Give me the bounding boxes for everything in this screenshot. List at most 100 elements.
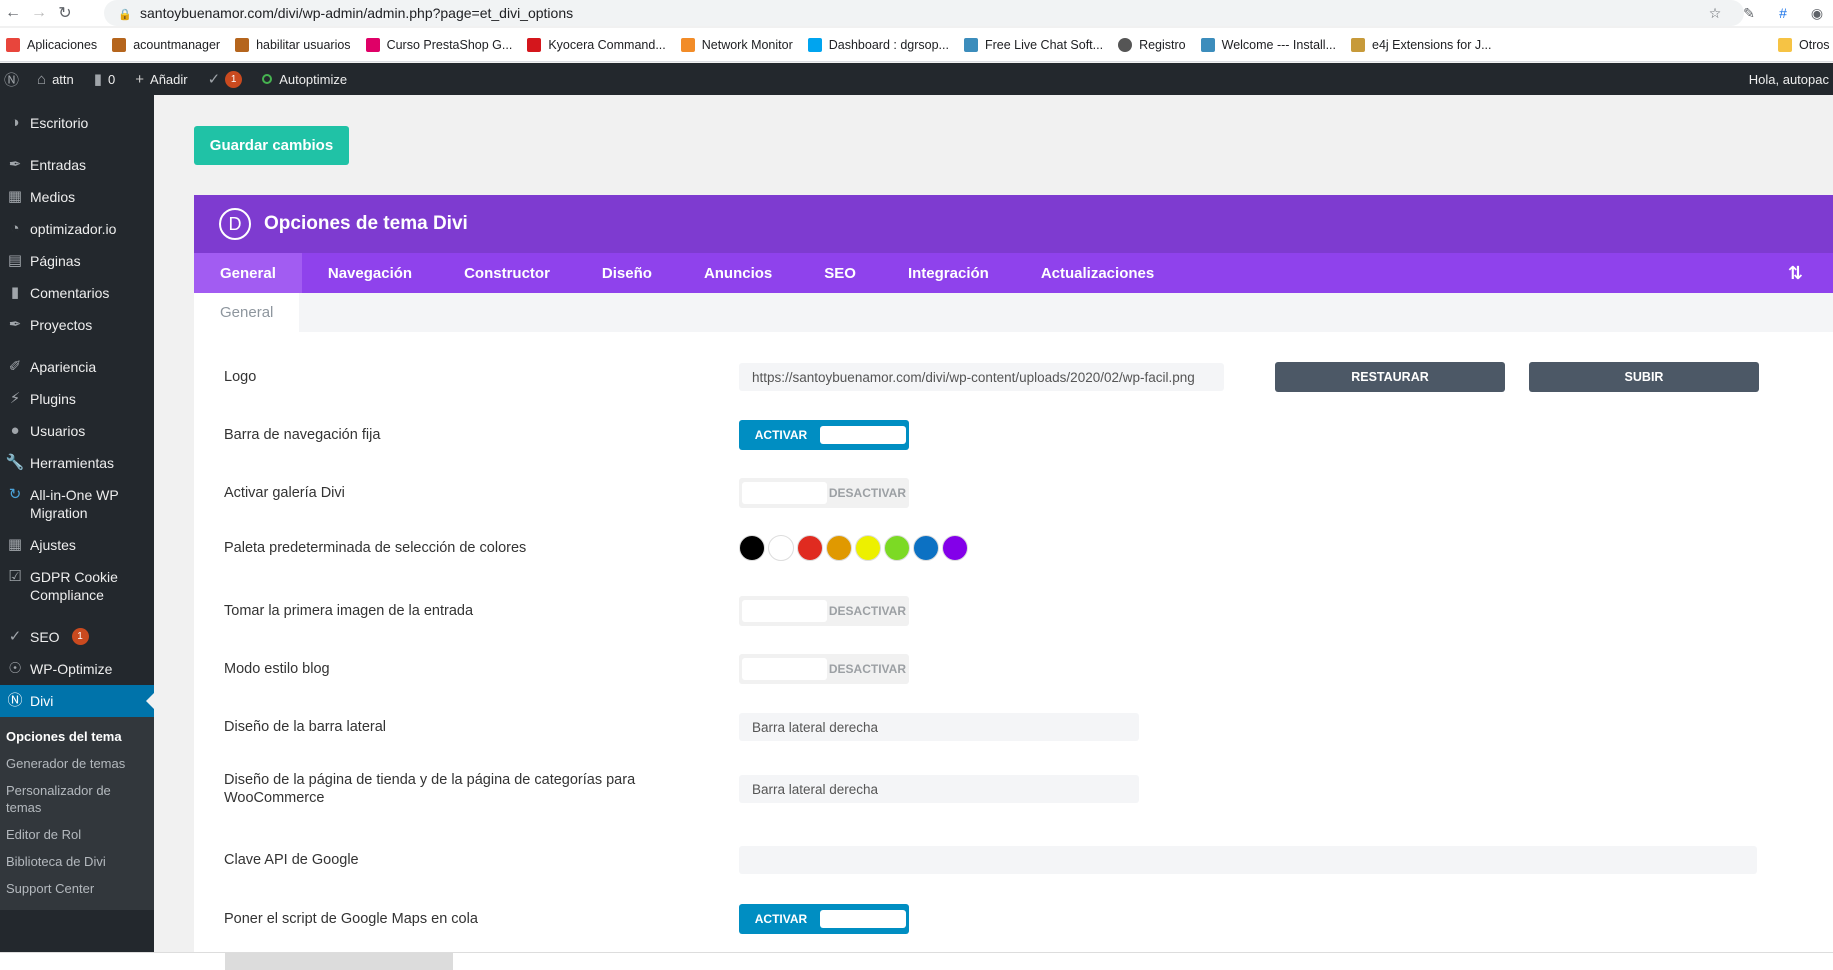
save-changes-button[interactable]: Guardar cambios [194, 126, 349, 165]
tab-integracion[interactable]: Integración [882, 253, 1015, 293]
sidebar-item-seo[interactable]: ✓ SEO 1 [0, 621, 154, 653]
sidebar-item-ajustes[interactable]: ▦ Ajustes [0, 529, 154, 561]
bookmark-item[interactable]: Curso PrestaShop G... [365, 37, 512, 52]
color-swatch-black[interactable] [739, 535, 765, 561]
comments-menu[interactable]: ▮ 0 [84, 63, 126, 95]
divi-logo-icon: D [219, 208, 251, 240]
home-icon: ⌂ [37, 70, 47, 88]
submenu-item-role-editor[interactable]: Editor de Rol [0, 821, 154, 848]
color-swatch-white[interactable] [768, 535, 794, 561]
plus-icon: + [135, 70, 145, 88]
sidebar-item-comentarios[interactable]: ▮ Comentarios [0, 277, 154, 309]
color-swatch-orange[interactable] [826, 535, 852, 561]
upload-logo-button[interactable]: SUBIR [1529, 362, 1759, 392]
setting-label: Paleta predeterminada de selección de co… [224, 540, 527, 556]
color-swatch-green[interactable] [884, 535, 910, 561]
sidebar-item-gdpr[interactable]: ☑ GDPR Cookie Compliance [0, 561, 154, 611]
gallery-toggle[interactable]: DESACTIVAR [739, 478, 909, 508]
submenu-item-theme-options[interactable]: Opciones del tema [0, 723, 154, 750]
star-icon[interactable]: ☆ [1707, 5, 1723, 21]
sidebar-item-optimizador[interactable]: ◔ optimizador.io [0, 213, 154, 245]
seo-count-badge: 1 [225, 70, 243, 88]
subtab-general[interactable]: General [194, 293, 300, 332]
address-bar[interactable]: 🔒 santoybuenamor.com/divi/wp-admin/admin… [104, 0, 1744, 26]
bookmark-item[interactable]: habilitar usuarios [235, 37, 351, 52]
shop-layout-select[interactable]: Barra lateral derecha [739, 775, 1139, 803]
grid-icon[interactable]: # [1775, 5, 1791, 21]
submenu-item-support-center[interactable]: Support Center [0, 875, 154, 902]
blog-style-toggle[interactable]: DESACTIVAR [739, 654, 909, 684]
apps-icon [6, 37, 20, 52]
autoptimize-menu[interactable]: Autoptimize [252, 63, 357, 95]
sidebar-item-usuarios[interactable]: ● Usuarios [0, 415, 154, 447]
sidebar-item-proyectos[interactable]: ✒ Proyectos [0, 309, 154, 341]
tab-constructor[interactable]: Constructor [438, 253, 576, 293]
bookmark-item[interactable]: Welcome --- Install... [1200, 37, 1336, 52]
sort-arrows-icon[interactable]: ⇅ [1788, 253, 1803, 293]
tab-seo[interactable]: SEO [798, 253, 882, 293]
seo-menu[interactable]: ✓ 1 [198, 63, 253, 95]
setting-row-shop-layout: Diseño de la página de tienda y de la pá… [224, 771, 1139, 807]
back-icon[interactable]: ← [0, 0, 26, 26]
extension-icon[interactable]: ✎ [1741, 5, 1757, 21]
sidebar-item-medios[interactable]: ▦ Medios [0, 181, 154, 213]
favicon-icon [527, 37, 542, 52]
tab-navegacion[interactable]: Navegación [302, 253, 438, 293]
bookmark-item[interactable]: Kyocera Command... [527, 37, 666, 52]
color-swatch-yellow[interactable] [855, 535, 881, 561]
wp-logo-menu[interactable]: Ⓝ [0, 63, 27, 95]
google-maps-toggle[interactable]: ACTIVAR [739, 904, 909, 934]
setting-label: Poner el script de Google Maps en cola [224, 911, 478, 927]
color-swatch-blue[interactable] [913, 535, 939, 561]
settings-icon: ▦ [7, 536, 23, 553]
bookmark-item[interactable]: e4j Extensions for J... [1351, 37, 1492, 52]
sidebar-item-apariencia[interactable]: ✐ Apariencia [0, 351, 154, 383]
forward-icon[interactable]: → [26, 0, 52, 26]
reload-icon[interactable]: ↻ [52, 0, 78, 26]
restore-logo-button[interactable]: RESTAURAR [1275, 362, 1505, 392]
sidebar-item-divi[interactable]: Ⓝ Divi [0, 685, 154, 717]
submenu-item-theme-builder[interactable]: Generador de temas [0, 750, 154, 777]
google-api-key-input[interactable] [739, 846, 1757, 874]
site-name-menu[interactable]: ⌂ attn [27, 63, 84, 95]
bookmark-item[interactable]: Registro [1118, 37, 1186, 52]
sidebar-item-entradas[interactable]: ✒ Entradas [0, 149, 154, 181]
sidebar-item-wp-optimize[interactable]: ☉ WP-Optimize [0, 653, 154, 685]
my-account-menu[interactable]: Hola, autopac [1749, 63, 1833, 95]
bookmark-item[interactable]: Free Live Chat Soft... [963, 37, 1103, 52]
color-swatch-purple[interactable] [942, 535, 968, 561]
favicon-icon [365, 37, 380, 52]
first-image-toggle[interactable]: DESACTIVAR [739, 596, 909, 626]
setting-label: Logo [224, 369, 257, 385]
bookmark-item[interactable]: acountmanager [112, 37, 220, 52]
url-text: santoybuenamor.com/divi/wp-admin/admin.p… [140, 5, 574, 21]
toggle-knob [742, 600, 827, 622]
setting-label: Diseño de la página de tienda y de la pá… [224, 772, 636, 806]
sidebar-item-escritorio[interactable]: ◑ Escritorio [0, 107, 154, 139]
logo-url-input[interactable]: https://santoybuenamor.com/divi/wp-conte… [739, 363, 1224, 391]
tab-general[interactable]: General [194, 253, 302, 293]
bookmark-item[interactable]: Network Monitor [680, 37, 793, 52]
bookmark-item[interactable]: Dashboard : dgrsop... [807, 37, 949, 52]
submenu-item-divi-library[interactable]: Biblioteca de Divi [0, 848, 154, 875]
submenu-item-theme-customizer[interactable]: Personalizador de temas [0, 777, 154, 821]
setting-row-fixed-nav: Barra de navegación fija ACTIVAR [224, 420, 909, 450]
sidebar-item-migration[interactable]: ↻ All-in-One WP Migration [0, 479, 154, 529]
sidebar-item-plugins[interactable]: ⚡ Plugins [0, 383, 154, 415]
wordpress-icon: Ⓝ [4, 71, 20, 89]
new-content-menu[interactable]: + Añadir [125, 63, 197, 95]
sidebar-layout-select[interactable]: Barra lateral derecha [739, 713, 1139, 741]
setting-label: Modo estilo blog [224, 661, 330, 677]
bookmark-item[interactable]: Aplicaciones [6, 37, 97, 52]
fixed-nav-toggle[interactable]: ACTIVAR [739, 420, 909, 450]
download-bar [0, 952, 1833, 970]
record-icon[interactable]: ◉ [1809, 5, 1825, 21]
color-swatch-red[interactable] [797, 535, 823, 561]
sidebar-item-paginas[interactable]: ▤ Páginas [0, 245, 154, 277]
download-item[interactable] [225, 953, 453, 970]
sidebar-item-herramientas[interactable]: 🔧 Herramientas [0, 447, 154, 479]
bookmark-folder[interactable]: Otros [1778, 37, 1830, 52]
tab-diseno[interactable]: Diseño [576, 253, 678, 293]
tab-actualizaciones[interactable]: Actualizaciones [1015, 253, 1180, 293]
tab-anuncios[interactable]: Anuncios [678, 253, 798, 293]
